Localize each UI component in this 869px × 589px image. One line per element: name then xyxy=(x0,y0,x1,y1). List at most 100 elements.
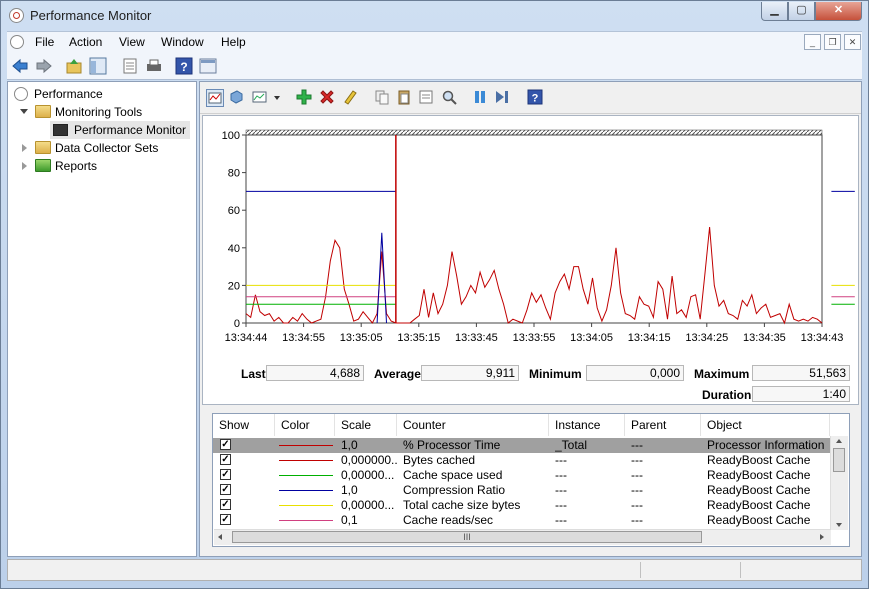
column-header-parent[interactable]: Parent xyxy=(625,414,701,436)
horizontal-scroll-thumb[interactable]: III xyxy=(232,531,702,543)
menu-help[interactable]: Help xyxy=(221,35,246,49)
minimum-value: 0,000 xyxy=(586,365,684,381)
performance-monitor-app-icon[interactable] xyxy=(9,8,24,23)
freeze-display-icon[interactable] xyxy=(472,89,488,105)
tree-label: Monitoring Tools xyxy=(55,105,143,119)
folder-icon xyxy=(35,141,51,154)
counter-cell: Cache reads/sec xyxy=(403,513,494,527)
menu-file[interactable]: File xyxy=(35,35,54,49)
change-graph-type-icon[interactable] xyxy=(252,89,268,105)
show-checkbox[interactable]: ✓ xyxy=(220,469,231,480)
tree-item-reports[interactable]: Reports xyxy=(20,157,97,175)
graph-type-dropdown-arrow-icon[interactable] xyxy=(274,96,280,100)
highlight-icon[interactable] xyxy=(342,89,358,105)
forward-arrow-icon[interactable] xyxy=(35,57,53,75)
color-swatch xyxy=(279,505,333,506)
scroll-thumb[interactable] xyxy=(833,448,845,472)
y-tick-label: 60 xyxy=(228,205,240,217)
x-tick-label: 13:34:43 xyxy=(801,332,844,344)
maximum-value: 51,563 xyxy=(752,365,850,381)
show-checkbox[interactable]: ✓ xyxy=(220,484,231,495)
menu-view[interactable]: View xyxy=(119,35,145,49)
status-divider xyxy=(640,562,641,578)
show-checkbox[interactable]: ✓ xyxy=(220,439,231,450)
table-row[interactable]: ✓ 1,0 Compression Ratio --- --- ReadyBoost Ca… xyxy=(213,483,830,498)
menu-bar: File Action View Window Help _ ❐ ✕ xyxy=(7,31,862,53)
up-folder-icon[interactable] xyxy=(65,57,83,75)
tree-item-performance[interactable]: Performance xyxy=(14,85,103,103)
expand-arrow-icon[interactable] xyxy=(22,162,27,170)
child-restore-button[interactable]: ❐ xyxy=(824,34,841,50)
object-cell: ReadyBoost Cache xyxy=(707,513,811,527)
counter-cell: % Processor Time xyxy=(403,438,501,452)
show-checkbox[interactable]: ✓ xyxy=(220,454,231,465)
child-minimize-button[interactable]: _ xyxy=(804,34,821,50)
title-bar[interactable]: Performance Monitor ▁ ▢ ✕ xyxy=(1,1,868,31)
svg-text:?: ? xyxy=(180,60,187,74)
counter-cell: Cache space used xyxy=(403,468,503,482)
tree-item-data-collector-sets[interactable]: Data Collector Sets xyxy=(20,139,158,157)
horizontal-scrollbar[interactable]: III xyxy=(214,529,831,545)
table-row[interactable]: ✓ 0,000000... Bytes cached --- --- ReadyBoost… xyxy=(213,453,830,468)
tree-item-performance-monitor[interactable]: Performance Monitor xyxy=(50,121,191,139)
delete-counter-icon[interactable] xyxy=(319,89,335,105)
properties-icon[interactable] xyxy=(121,57,139,75)
close-button[interactable]: ✕ xyxy=(815,2,862,21)
table-row[interactable]: ✓ 0,00000... Cache space used --- --- ReadyBo… xyxy=(213,468,830,483)
child-close-button[interactable]: ✕ xyxy=(844,34,861,50)
x-tick-label: 13:34:35 xyxy=(743,332,786,344)
collapse-arrow-icon[interactable] xyxy=(20,109,28,114)
scroll-down-arrow-icon[interactable] xyxy=(836,523,842,527)
column-header-counter[interactable]: Counter xyxy=(397,414,549,436)
action-pane-icon[interactable] xyxy=(199,57,217,75)
table-row[interactable]: ✓ 0,1 Cache reads/sec --- --- ReadyBoost Cach… xyxy=(213,513,830,528)
minimize-button[interactable]: ▁ xyxy=(761,2,788,21)
chart-panel: 0 20 40 60 80 100 13:34:44 13:34:55 13:35:05 13:3… xyxy=(202,115,859,405)
instance-cell: --- xyxy=(555,513,567,527)
maximize-button[interactable]: ▢ xyxy=(788,2,815,21)
scroll-up-arrow-icon[interactable] xyxy=(836,439,842,443)
column-header-instance[interactable]: Instance xyxy=(549,414,625,436)
object-cell: ReadyBoost Cache xyxy=(707,453,811,467)
column-header-object[interactable]: Object xyxy=(701,414,830,436)
svg-text:?: ? xyxy=(532,93,539,105)
tree-item-monitoring-tools[interactable]: Monitoring Tools xyxy=(20,103,142,121)
copy-properties-icon[interactable] xyxy=(374,89,390,105)
back-arrow-icon[interactable] xyxy=(11,57,29,75)
scale-cell: 0,000000... xyxy=(341,453,397,467)
print-icon[interactable] xyxy=(145,57,163,75)
performance-monitor-icon xyxy=(53,124,68,136)
help-icon[interactable]: ? xyxy=(175,57,193,75)
tree-label: Performance Monitor xyxy=(74,123,187,137)
x-tick-label: 13:34:55 xyxy=(282,332,325,344)
column-header-show[interactable]: Show xyxy=(213,414,275,436)
scroll-right-arrow-icon[interactable] xyxy=(820,534,824,540)
scroll-left-arrow-icon[interactable] xyxy=(218,534,222,540)
performance-line-chart[interactable]: 0 20 40 60 80 100 13:34:44 13:34:55 13:35:05 13:3… xyxy=(203,116,858,404)
show-checkbox[interactable]: ✓ xyxy=(220,499,231,510)
column-header-color[interactable]: Color xyxy=(275,414,335,436)
vertical-scrollbar[interactable] xyxy=(830,436,848,530)
object-cell: Processor Information xyxy=(707,438,825,452)
paste-counter-list-icon[interactable] xyxy=(396,89,412,105)
zoom-icon[interactable] xyxy=(441,89,457,105)
table-row[interactable]: ✓ 0,00000... Total cache size bytes --- --- R… xyxy=(213,498,830,513)
table-row[interactable]: ✓ 1,0 % Processor Time _Total --- Processor I… xyxy=(213,438,830,453)
show-hide-console-tree-icon[interactable] xyxy=(89,57,107,75)
column-header-scale[interactable]: Scale xyxy=(335,414,397,436)
add-counter-icon[interactable] xyxy=(296,89,312,105)
menu-window[interactable]: Window xyxy=(161,35,204,49)
menu-action[interactable]: Action xyxy=(69,35,102,49)
help-icon[interactable]: ? xyxy=(527,89,543,105)
performance-monitor-window: Performance Monitor ▁ ▢ ✕ File Action Vi… xyxy=(0,0,869,589)
view-log-data-icon[interactable] xyxy=(228,89,244,105)
instance-cell: _Total xyxy=(555,438,588,452)
view-current-activity-icon[interactable] xyxy=(206,89,224,107)
mmc-document-icon[interactable] xyxy=(10,35,24,49)
expand-arrow-icon[interactable] xyxy=(22,144,27,152)
scale-cell: 0,00000... xyxy=(341,498,395,512)
update-data-icon[interactable] xyxy=(494,89,510,105)
show-checkbox[interactable]: ✓ xyxy=(220,514,231,525)
properties-icon[interactable] xyxy=(418,89,434,105)
color-swatch xyxy=(279,520,333,521)
